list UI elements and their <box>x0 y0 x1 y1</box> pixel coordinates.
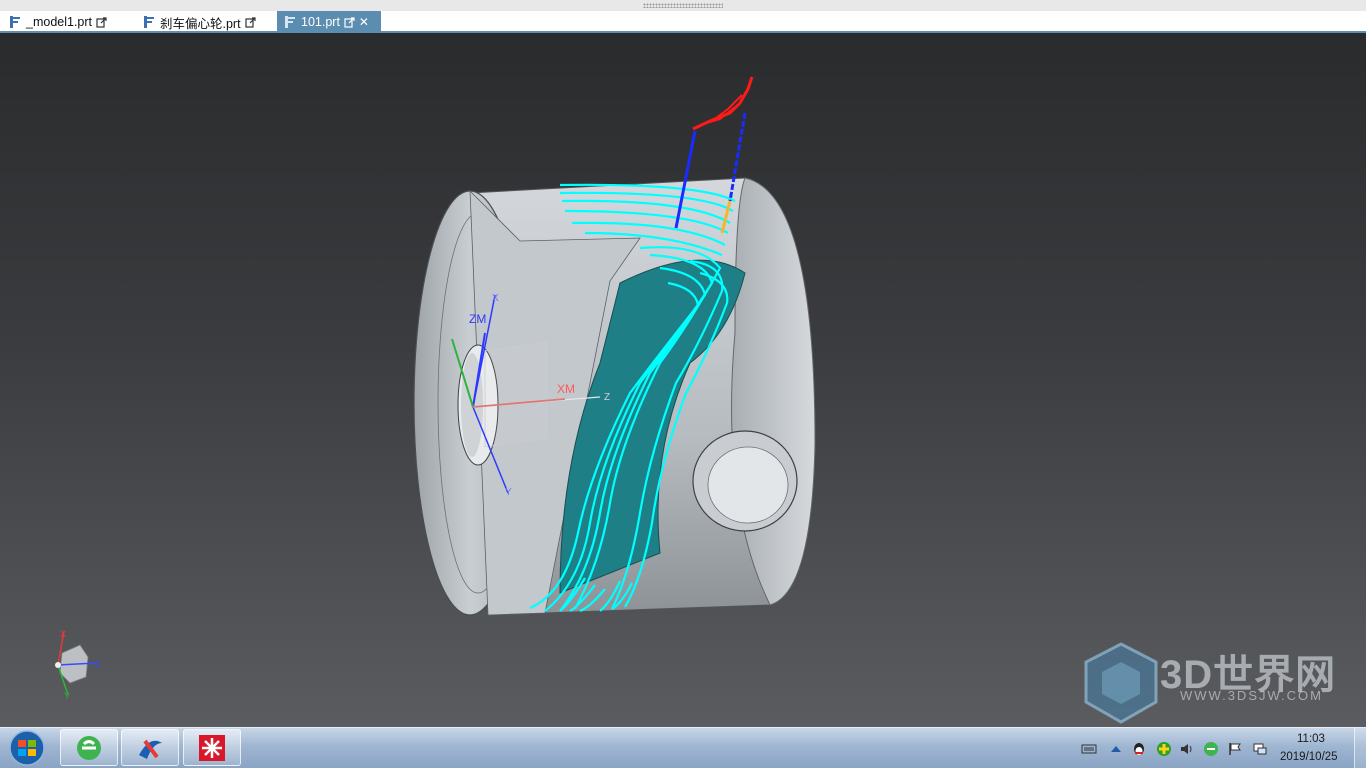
document-tab-bar: _model1.prt 刹车偏心轮.prt 101.prt ✕ <box>0 11 1366 33</box>
svg-text:X: X <box>492 293 499 304</box>
start-button[interactable] <box>2 729 52 767</box>
svg-text:XM: XM <box>557 382 575 396</box>
part-file-icon <box>10 16 20 28</box>
taskbar-browser[interactable] <box>60 729 118 766</box>
tab-label: 刹车偏心轮.prt <box>160 16 241 31</box>
windows-orb-icon <box>9 730 45 766</box>
qq-icon[interactable] <box>1131 741 1147 757</box>
graphics-viewport[interactable]: ZM XM X Y Z X Z Y <box>0 33 1366 727</box>
taskbar: 11:03 2019/10/25 <box>0 727 1366 768</box>
view-triad: X Z Y <box>55 629 101 701</box>
nx-window: _model1.prt 刹车偏心轮.prt 101.prt ✕ ZM XM X … <box>0 0 1366 768</box>
browser-icon <box>77 736 101 760</box>
taskbar-nx[interactable] <box>121 729 179 766</box>
show-desktop-button[interactable] <box>1354 728 1366 768</box>
svg-text:X: X <box>60 629 66 639</box>
resize-grip[interactable] <box>0 0 1366 11</box>
tab-101[interactable]: 101.prt ✕ <box>277 11 381 33</box>
svg-text:ZM: ZM <box>469 312 486 326</box>
taskbar-red-app[interactable] <box>183 729 241 766</box>
keyboard-icon[interactable] <box>1081 741 1097 757</box>
security-icon[interactable] <box>1156 741 1172 757</box>
popout-icon[interactable] <box>244 16 256 28</box>
watermark: 3D世界网 WWW.3DSJW.COM <box>1082 640 1352 730</box>
tab-label: _model1.prt <box>26 15 93 29</box>
nx-app-icon <box>139 739 162 759</box>
tab-brake-cam[interactable]: 刹车偏心轮.prt <box>136 11 262 33</box>
svg-text:Z: Z <box>604 392 610 403</box>
watermark-cube-icon <box>1084 642 1158 724</box>
part-file-icon <box>144 16 154 28</box>
show-hidden-icons-icon[interactable] <box>1108 741 1124 757</box>
network-icon[interactable] <box>1252 741 1268 757</box>
clock-date[interactable]: 2019/10/25 <box>1280 751 1338 763</box>
svg-text:Y: Y <box>505 487 512 498</box>
tab-model1[interactable]: _model1.prt <box>2 11 113 33</box>
browser-tray-icon[interactable] <box>1203 741 1219 757</box>
volume-icon[interactable] <box>1179 741 1195 757</box>
clock-time[interactable]: 11:03 <box>1297 733 1325 745</box>
part-file-icon <box>285 16 295 28</box>
model-view: ZM XM X Y Z X Z Y <box>55 76 816 701</box>
close-icon[interactable]: ✕ <box>359 16 369 28</box>
watermark-url: WWW.3DSJW.COM <box>1180 688 1323 703</box>
svg-text:Y: Y <box>64 691 70 701</box>
svg-text:Z: Z <box>95 659 101 669</box>
popout-icon[interactable] <box>96 16 107 28</box>
tab-label: 101.prt <box>301 15 340 29</box>
red-app-icon <box>199 735 225 761</box>
popout-icon[interactable] <box>344 16 355 28</box>
action-center-flag-icon[interactable] <box>1227 741 1243 757</box>
